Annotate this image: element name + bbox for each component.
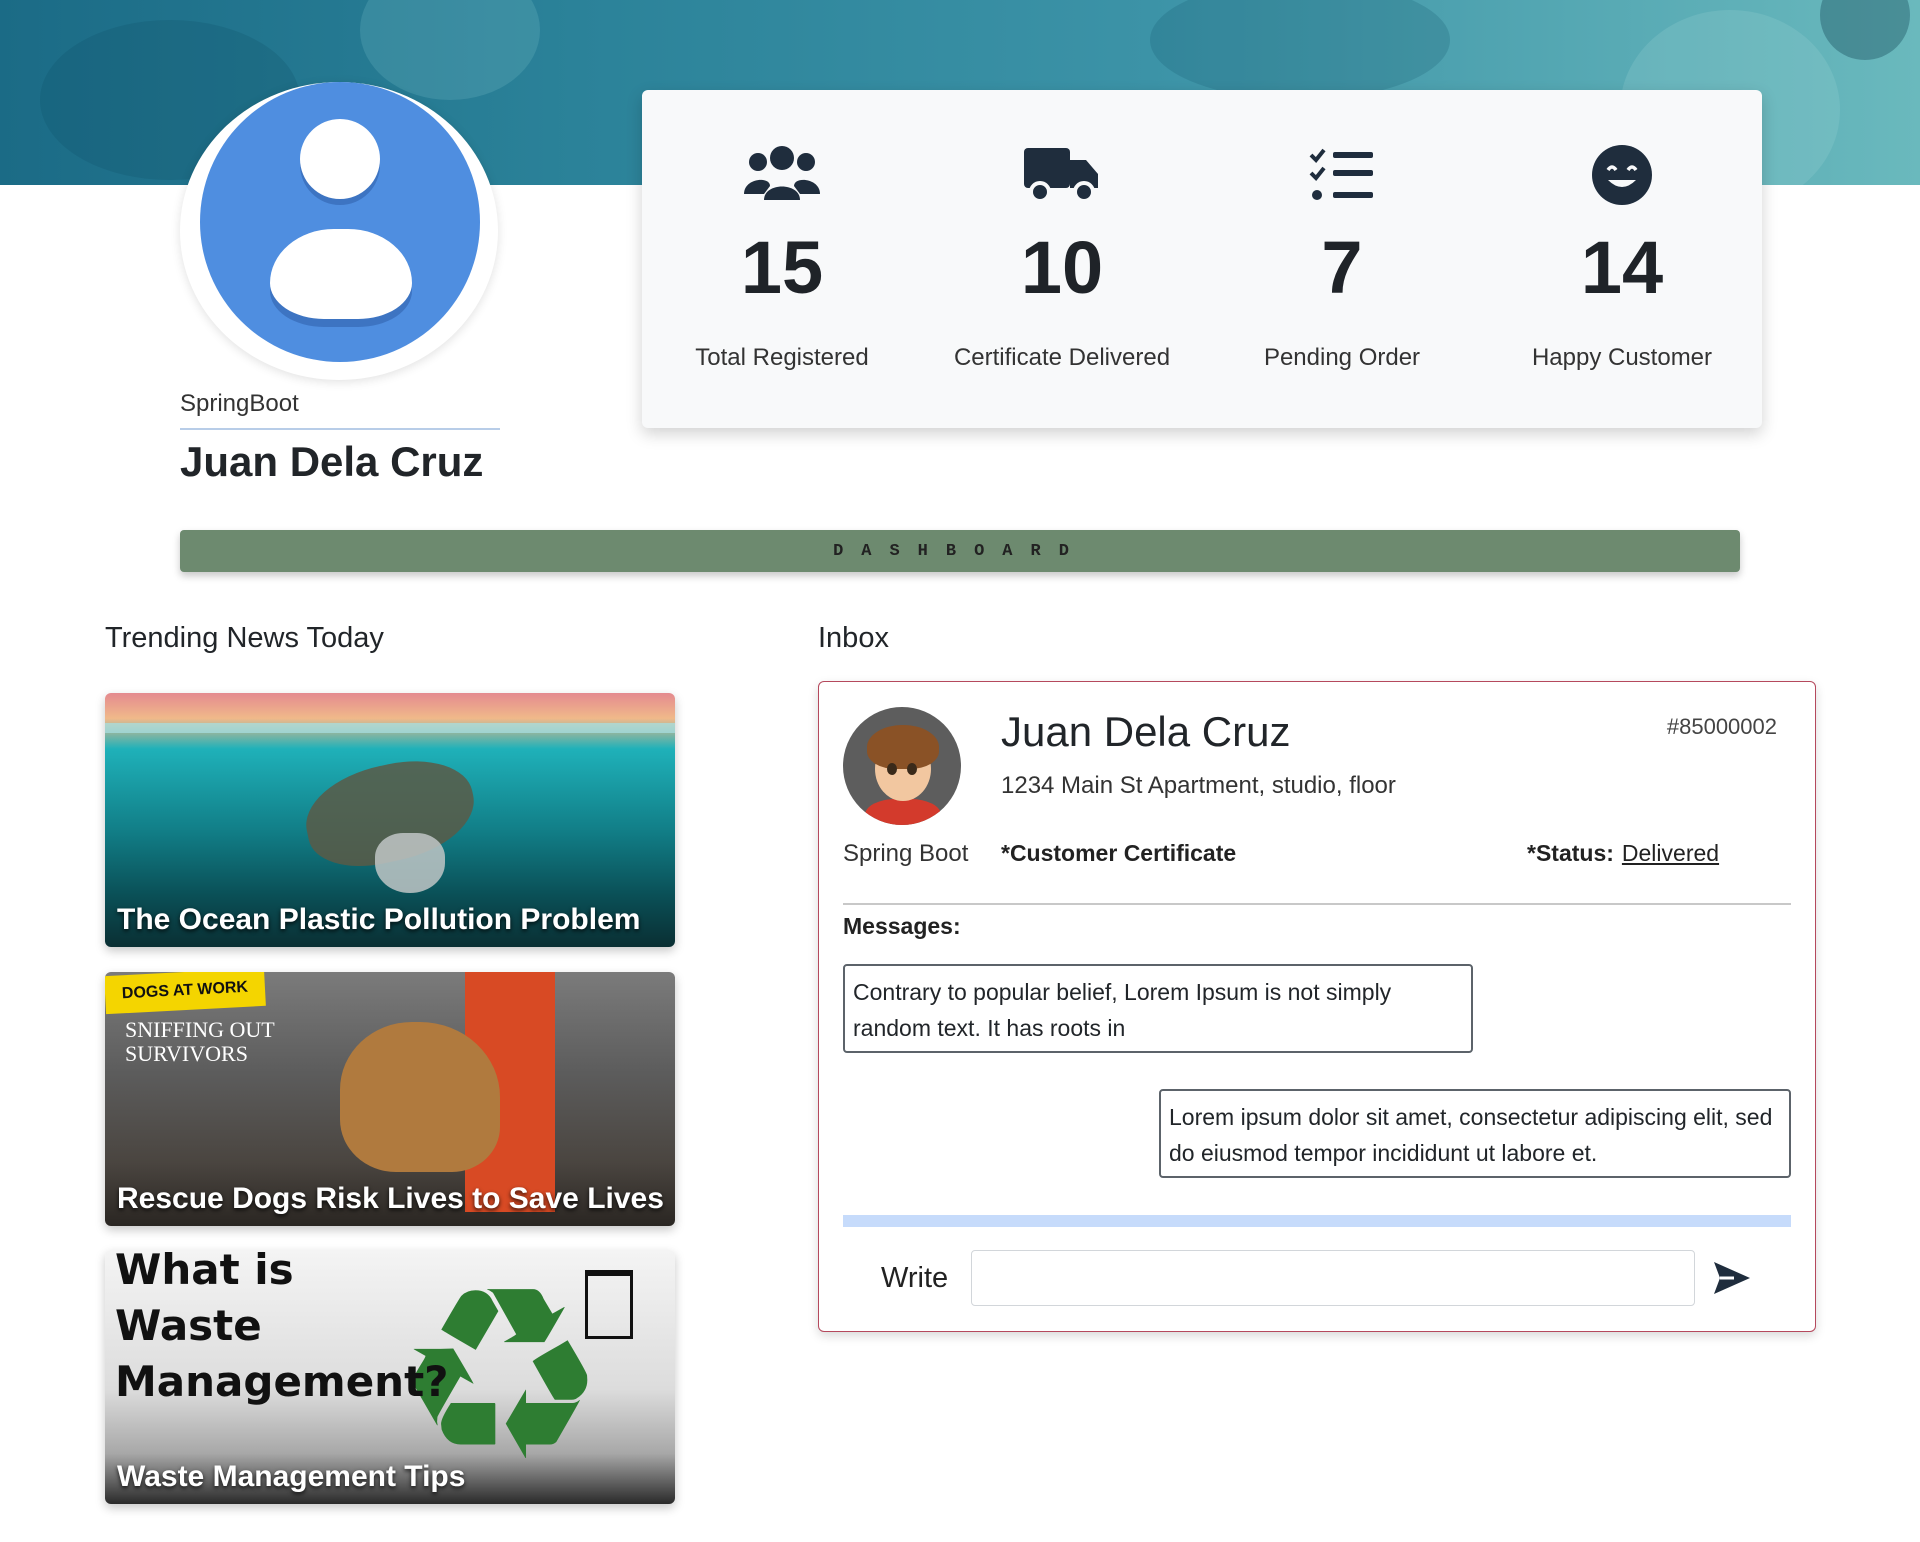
stat-label: Total Registered: [695, 344, 869, 371]
stat-happy-customer: 14 Happy Customer: [1482, 90, 1762, 428]
trash-bin-icon: [585, 1270, 633, 1339]
inbox-status: *Status: Delivered: [1527, 840, 1727, 867]
stat-value: 14: [1580, 226, 1664, 309]
inbox-card: Spring Boot Juan Dela Cruz 1234 Main St …: [818, 681, 1816, 1332]
send-button[interactable]: [1712, 1258, 1752, 1298]
stats-card: 15 Total Registered 10 Certificate Deliv…: [642, 90, 1762, 428]
stat-value: 10: [1020, 226, 1104, 309]
stat-label: Happy Customer: [1531, 344, 1713, 371]
status-badge: Delivered: [1621, 840, 1720, 866]
inbox-user-label: Spring Boot: [843, 840, 969, 867]
users-icon: [642, 140, 922, 210]
inbox-address: 1234 Main St Apartment, studio, floor: [1001, 772, 1396, 799]
message-outgoing: Lorem ipsum dolor sit amet, consectetur …: [1159, 1089, 1791, 1178]
status-label: *Status:: [1527, 840, 1614, 866]
news-card[interactable]: DOGS AT WORK SNIFFING OUT SURVIVORS Resc…: [105, 972, 675, 1226]
write-label: Write: [881, 1262, 949, 1294]
message-input[interactable]: [971, 1250, 1695, 1306]
checklist-icon: [1202, 140, 1482, 210]
news-overlay-tag: DOGS AT WORK: [105, 972, 266, 1015]
news-overlay-text: SNIFFING OUT SURVIVORS: [125, 1017, 275, 1066]
stat-value: 7: [1321, 226, 1363, 309]
stat-label: Pending Order: [1263, 344, 1421, 371]
send-icon: [1714, 1262, 1750, 1294]
news-card[interactable]: ♻ What is Waste Management? Waste Manage…: [105, 1250, 675, 1504]
news-section-title: Trending News Today: [105, 622, 384, 654]
message-incoming: Contrary to popular belief, Lorem Ipsum …: [843, 964, 1473, 1053]
stat-value: 15: [740, 226, 824, 309]
smile-icon: [1482, 140, 1762, 210]
dashboard-button[interactable]: DASHBOARD: [180, 530, 1740, 572]
divider: [843, 903, 1791, 905]
inbox-section-title: Inbox: [818, 622, 889, 654]
news-caption: The Ocean Plastic Pollution Problem: [117, 903, 641, 936]
brand-label: SpringBoot: [180, 390, 500, 430]
progress-strip: [843, 1215, 1791, 1227]
inbox-customer-name: Juan Dela Cruz: [1001, 708, 1291, 755]
news-card[interactable]: The Ocean Plastic Pollution Problem: [105, 693, 675, 947]
user-icon: [200, 82, 480, 362]
news-caption: Rescue Dogs Risk Lives to Save Lives: [117, 1182, 664, 1215]
dog-image: [340, 1022, 500, 1172]
messages-label: Messages:: [843, 913, 961, 939]
avatar: [843, 707, 961, 825]
news-overlay-text: What is Waste Management?: [115, 1250, 449, 1406]
stat-total-registered: 15 Total Registered: [642, 90, 922, 428]
inbox-order-id: #85000002: [1666, 714, 1777, 739]
profile-name: Juan Dela Cruz: [180, 438, 484, 485]
stat-certificate-delivered: 10 Certificate Delivered: [922, 90, 1202, 428]
stat-label: Certificate Delivered: [953, 344, 1171, 371]
stat-pending-order: 7 Pending Order: [1202, 90, 1482, 428]
profile-avatar: [180, 82, 498, 380]
truck-icon: [922, 140, 1202, 210]
inbox-certificate: *Customer Certificate: [1001, 840, 1237, 866]
news-caption: Waste Management Tips: [117, 1460, 466, 1493]
